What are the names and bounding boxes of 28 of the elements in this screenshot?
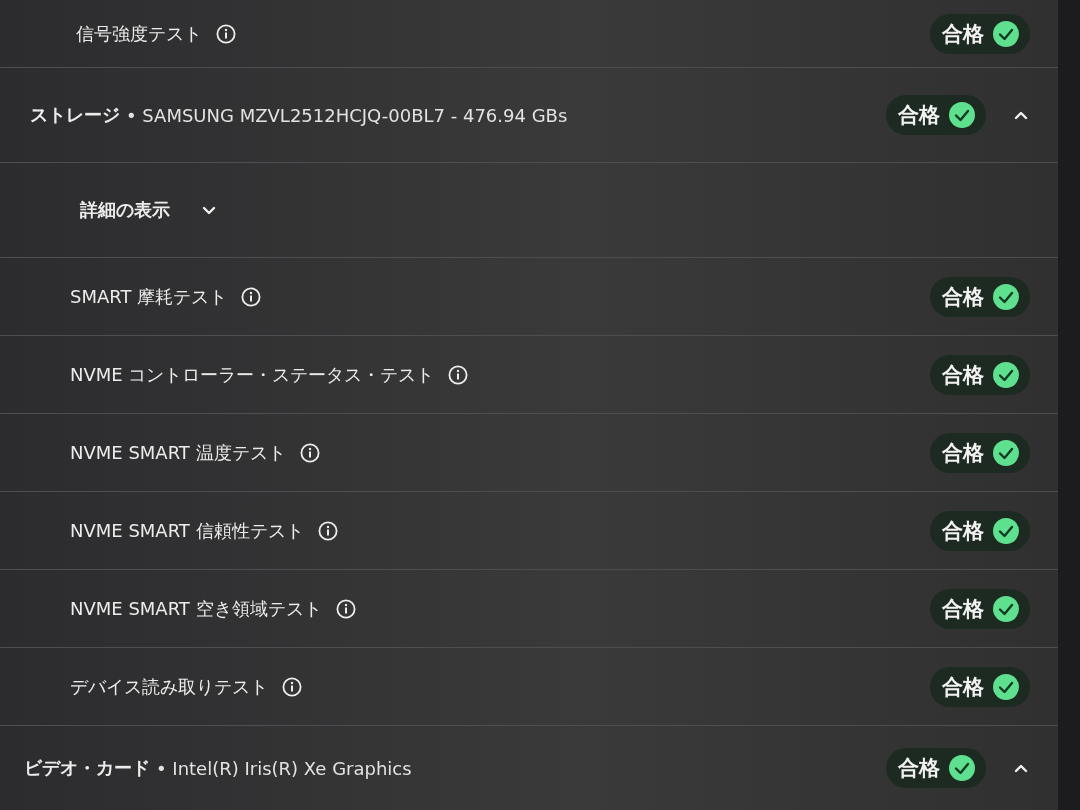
show-details-toggle[interactable]: 詳細の表示	[80, 198, 218, 222]
test-label: デバイス読み取りテスト	[70, 674, 268, 699]
info-icon[interactable]	[448, 364, 469, 385]
pass-badge: 合格	[886, 748, 986, 788]
test-label: 信号強度テスト	[76, 21, 202, 46]
info-icon[interactable]	[317, 520, 338, 541]
info-icon[interactable]	[216, 23, 236, 44]
pass-badge: 合格	[930, 13, 1030, 54]
device-name: • SAMSUNG MZVL2512HCJQ-00BL7 - 476.94 GBs	[126, 104, 568, 126]
test-label: NVME SMART 空き領域テスト	[70, 596, 322, 621]
category-title: ストレージ	[30, 103, 120, 127]
device-name: • Intel(R) Iris(R) Xe Graphics	[156, 757, 412, 779]
pass-badge: 合格	[930, 432, 1030, 473]
info-icon[interactable]	[241, 286, 262, 307]
test-label: NVME SMART 信頼性テスト	[70, 518, 304, 543]
info-icon[interactable]	[282, 676, 302, 697]
info-icon[interactable]	[299, 442, 320, 463]
info-icon[interactable]	[335, 598, 356, 619]
pass-badge: 合格	[930, 666, 1030, 707]
test-label: NVME コントローラー・ステータス・テスト	[70, 362, 435, 387]
pass-badge: 合格	[930, 510, 1030, 551]
pass-badge: 合格	[930, 276, 1030, 317]
pass-badge: 合格	[886, 95, 986, 135]
category-title: ビデオ・カード	[24, 756, 150, 780]
pass-badge: 合格	[930, 354, 1030, 395]
test-label: SMART 摩耗テスト	[70, 284, 228, 309]
test-label: NVME SMART 温度テスト	[70, 440, 286, 465]
pass-badge: 合格	[930, 588, 1030, 629]
